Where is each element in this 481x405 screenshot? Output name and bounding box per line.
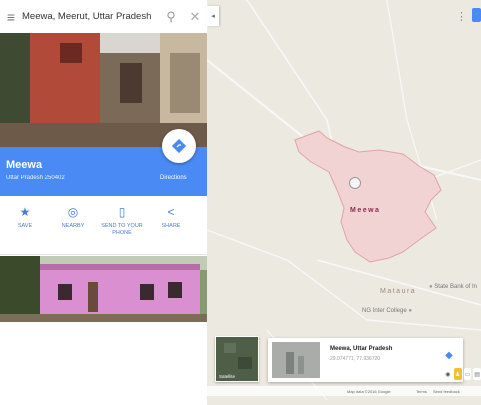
- action-row: ★ SAVE ◎ NEARBY ▯ SEND TO YOUR PHONE < S…: [0, 196, 207, 255]
- street-view-thumbnail[interactable]: [272, 342, 320, 378]
- star-icon: ★: [19, 205, 31, 219]
- pegman-icon[interactable]: ♟: [453, 368, 462, 380]
- map-controls: ◉ ♟ ▭ ▤: [444, 364, 481, 384]
- place-panel: ≡ Meewa, Meerut, Uttar Pradesh ⚲ ✕ Meewa…: [0, 0, 207, 405]
- poi-college-label: NG Inter College: [362, 308, 407, 314]
- search-input[interactable]: Meewa, Meerut, Uttar Pradesh: [22, 11, 159, 22]
- maps-window: Meewa Mataura ● State Bank of In NG Inte…: [0, 0, 481, 405]
- feedback-link[interactable]: Send feedback: [433, 389, 460, 394]
- place-photo-2[interactable]: [0, 256, 207, 322]
- phone-icon: ▯: [118, 205, 126, 219]
- map-area-label: Meewa: [350, 207, 381, 214]
- place-header: Meewa Uttar Pradesh 250402 Directions: [0, 129, 207, 196]
- card-title: Meewa, Uttar Pradesh: [330, 346, 393, 352]
- search-icon[interactable]: ⚲: [159, 9, 183, 25]
- house-photo: [0, 256, 207, 322]
- poi-college[interactable]: NG Inter College ●: [362, 308, 412, 314]
- menu-icon[interactable]: ≡: [0, 9, 22, 25]
- directions-icon: [172, 139, 186, 153]
- terms-link[interactable]: Terms: [416, 389, 427, 394]
- map-data-credit: Map data ©2016 Google: [347, 389, 391, 394]
- place-title: Meewa: [6, 159, 43, 171]
- directions-label[interactable]: Directions: [160, 175, 187, 181]
- account-icon[interactable]: [472, 8, 481, 22]
- nearby-icon: ◎: [67, 205, 79, 219]
- nearby-button[interactable]: ◎ NEARBY: [48, 204, 98, 230]
- poi-marker-icon: ●: [408, 308, 412, 314]
- save-button[interactable]: ★ SAVE: [0, 204, 50, 230]
- map-nearby-label: Mataura: [380, 288, 417, 295]
- area-pin-icon[interactable]: [349, 177, 361, 189]
- map-footer: Map data ©2016 Google Terms Send feedbac…: [207, 386, 481, 396]
- street-view-image: [272, 342, 320, 378]
- card-coordinates: 29.074771, 77.936720: [330, 356, 381, 362]
- chevron-left-icon: ◂: [211, 13, 215, 20]
- search-bar[interactable]: ≡ Meewa, Meerut, Uttar Pradesh ⚲ ✕: [0, 0, 207, 34]
- poi-bank[interactable]: ● State Bank of In: [429, 284, 477, 290]
- poi-bank-label: State Bank of In: [434, 284, 477, 290]
- directions-card-icon[interactable]: ◆: [443, 350, 455, 362]
- collapse-panel-button[interactable]: ◂: [207, 6, 219, 26]
- compass-icon[interactable]: ◉: [444, 368, 452, 380]
- share-icon: <: [167, 205, 175, 219]
- send-to-phone-button[interactable]: ▯ SEND TO YOUR PHONE: [97, 204, 147, 237]
- layers-icon[interactable]: ▭: [463, 368, 472, 380]
- satellite-label: Satellite: [219, 374, 236, 379]
- place-info-card[interactable]: Meewa, Uttar Pradesh 29.074771, 77.93672…: [268, 338, 463, 382]
- close-icon[interactable]: ✕: [183, 9, 207, 25]
- directions-button[interactable]: [162, 129, 196, 163]
- satellite-toggle[interactable]: Satellite: [215, 336, 259, 382]
- share-button[interactable]: < SHARE: [146, 204, 196, 230]
- place-subtitle: Uttar Pradesh 250402: [6, 175, 65, 181]
- poi-marker-icon: ●: [429, 284, 433, 290]
- zoom-icon[interactable]: ▤: [473, 368, 481, 380]
